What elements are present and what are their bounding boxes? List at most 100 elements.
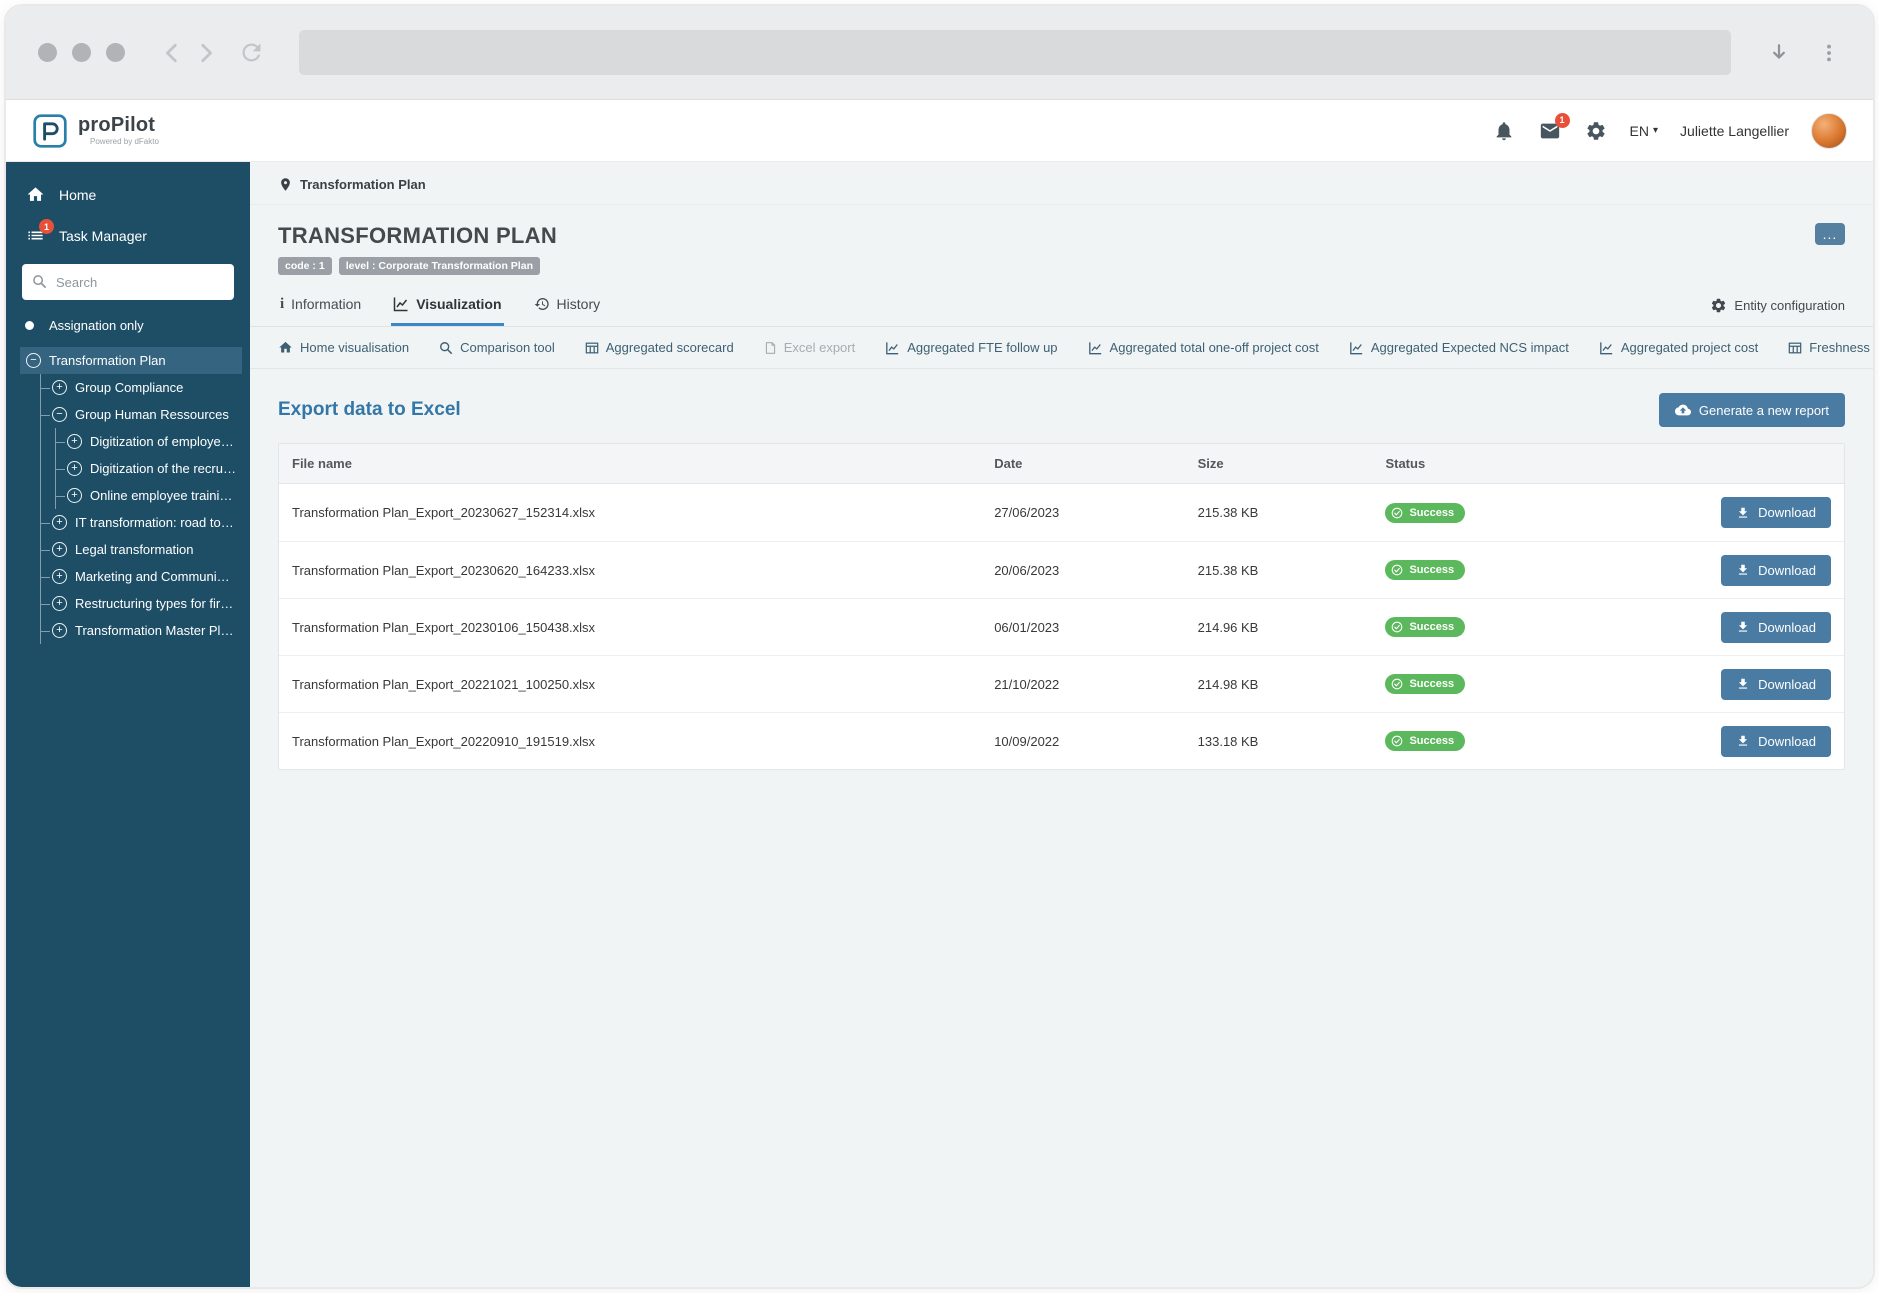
tree-item[interactable]: − Transformation Plan [20,347,242,374]
tab-history[interactable]: History [532,285,603,326]
expand-toggle-icon[interactable]: + [52,542,67,557]
file-name-cell: Transformation Plan_Export_20230627_1523… [292,505,596,520]
assignation-only-toggle[interactable]: Assignation only [6,306,250,341]
tab-information[interactable]: i Information [278,285,363,326]
refresh-button[interactable] [233,35,269,71]
tree-item[interactable]: + Legal transformation [41,536,242,563]
task-manager-badge: 1 [39,219,54,234]
expand-toggle-icon[interactable]: + [52,623,67,638]
expand-toggle-icon[interactable]: + [52,515,67,530]
download-button[interactable]: Download [1721,497,1831,528]
sidebar-item-task-manager[interactable]: 1 Task Manager [6,215,250,256]
tree-item[interactable]: + IT transformation: road to 20... [41,509,242,536]
back-button[interactable] [155,36,189,70]
user-name[interactable]: Juliette Langellier [1680,123,1789,139]
browser-chrome [6,6,1873,100]
download-page-icon[interactable] [1767,41,1791,65]
language-selector[interactable]: EN ▾ [1630,123,1658,139]
expand-toggle-icon[interactable]: + [52,569,67,584]
subtab-comparison-tool[interactable]: Comparison tool [439,340,555,355]
search-input[interactable] [22,264,234,300]
tree-item[interactable]: + Restructuring types for firms [41,590,242,617]
more-actions-button[interactable]: ... [1815,223,1845,245]
table-row: Transformation Plan_Export_20230627_1523… [279,484,1844,541]
tree-item[interactable]: + Marketing and Communicati... [41,563,242,590]
window-dot[interactable] [38,43,57,62]
tree-item[interactable]: − Group Human Ressources [41,401,242,428]
subtab-excel-export[interactable]: Excel export [764,340,855,355]
window-dot[interactable] [106,43,125,62]
download-button[interactable]: Download [1721,668,1831,700]
tab-label: Visualization [416,296,502,312]
table-row: Transformation Plan_Export_20221021_1002… [279,655,1844,712]
tree-item-label: Group Compliance [75,380,184,395]
expand-toggle-icon[interactable]: + [52,596,67,611]
subtab-label: Aggregated scorecard [605,340,734,355]
expand-toggle-icon[interactable]: + [52,380,67,395]
subtab-aggregated-total-one-off-project-cost[interactable]: Aggregated total one-off project cost [1088,340,1319,355]
settings-gear-icon[interactable] [1584,119,1608,143]
date-cell: 20/06/2023 [994,562,1060,578]
browser-menu-icon[interactable] [1817,41,1841,65]
breadcrumb[interactable]: Transformation Plan [250,162,1873,205]
subtab-aggregated-expected-ncs-impact[interactable]: Aggregated Expected NCS impact [1349,340,1569,355]
expand-toggle-icon[interactable]: + [67,488,82,503]
notifications-bell-icon[interactable] [1492,119,1516,143]
expand-toggle-icon[interactable]: − [26,353,41,368]
expand-toggle-icon[interactable]: + [67,461,82,476]
export-table: File name Date Size Status Transformatio… [278,443,1845,770]
entity-configuration-button[interactable]: Entity configuration [1710,285,1845,326]
download-icon [1739,621,1748,632]
tree-item[interactable]: + Online employee training ... [56,482,242,509]
location-pin-icon [281,178,290,191]
user-avatar[interactable] [1811,112,1847,149]
expand-toggle-icon[interactable]: − [52,407,67,422]
download-button[interactable]: Download [1721,611,1831,643]
messages-envelope-icon[interactable]: 1 [1538,112,1570,143]
home-icon [278,340,293,355]
subtab-home-visualisation[interactable]: Home visualisation [278,340,409,355]
section-title: Export data to Excel [278,399,461,420]
download-button[interactable]: Download [1721,725,1831,757]
window-dot[interactable] [72,43,91,62]
tree-item[interactable]: + Group Compliance [41,374,242,401]
subtab-label: Aggregated Expected NCS impact [1370,340,1569,355]
forward-button[interactable] [189,36,223,70]
status-cell: Success [1385,502,1718,523]
tree-item[interactable]: + Digitization of the recruit... [56,455,242,482]
status-badge-label: Success [1409,735,1455,747]
main-content: Transformation Plan TRANSFORMATION PLAN … [250,162,1873,1287]
tree-item-label: Transformation Plan [49,353,166,368]
sidebar-home-label: Home [59,186,97,203]
expand-toggle-icon[interactable]: + [67,434,82,449]
file-name-cell: Transformation Plan_Export_20220910_1915… [292,733,596,749]
level-badge: level : Corporate Transformation Plan [338,257,540,275]
export-table-header: File name Date Size Status [279,444,1844,484]
app-header: proPilot Powered by dFakto 1 EN ▾ Juliet… [6,100,1873,162]
sidebar-item-home[interactable]: Home [6,174,250,215]
chart-icon [1349,341,1364,355]
size-cell: 215.38 KB [1197,505,1259,520]
tree-item-label: Digitization of employees ... [90,434,236,449]
subtab-aggregated-scorecard[interactable]: Aggregated scorecard [585,340,734,355]
download-button-label: Download [1758,733,1816,749]
window-controls[interactable] [38,43,125,62]
download-button[interactable]: Download [1721,554,1831,586]
tree-item[interactable]: + Transformation Master Plan -... [41,617,242,644]
browser-window: proPilot Powered by dFakto 1 EN ▾ Juliet… [4,4,1875,1289]
subtab-aggregated-project-cost[interactable]: Aggregated project cost [1599,340,1758,355]
generate-report-button[interactable]: Generate a new report [1658,393,1845,427]
tree-item-label: Restructuring types for firms [75,596,236,611]
search-icon [33,275,47,289]
tab-visualization[interactable]: Visualization [391,285,504,326]
tab-label: History [556,296,601,312]
tree-item[interactable]: + Digitization of employees ... [56,428,242,455]
address-bar[interactable] [299,30,1731,75]
subtab-freshness-of-data-project[interactable]: Freshness of data - Project [1788,340,1873,355]
subtab-aggregated-fte-follow-up[interactable]: Aggregated FTE follow up [885,340,1058,355]
logo-text: proPilot [78,114,156,136]
gears-icon [1712,298,1726,313]
table-icon [1788,341,1802,355]
check-circle-icon [1392,735,1403,747]
propilot-logo[interactable]: proPilot Powered by dFakto [32,113,159,149]
